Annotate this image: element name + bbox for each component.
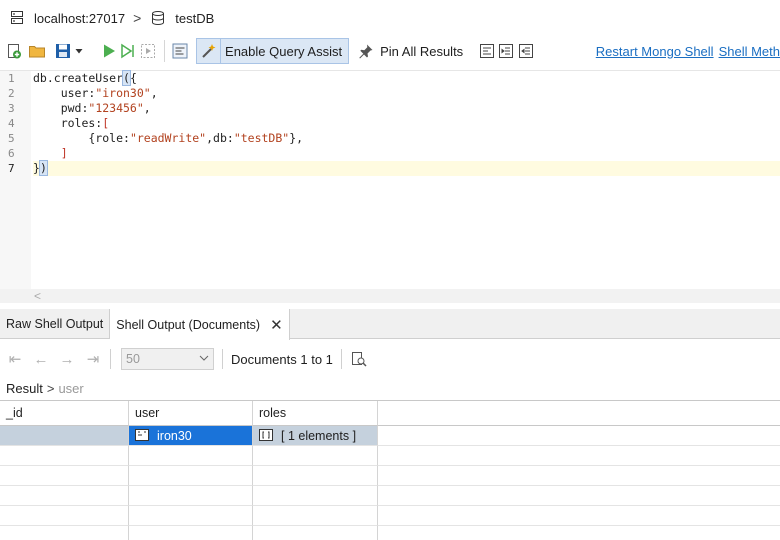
empty-cell: [378, 426, 780, 446]
chevron-right-icon: >: [133, 10, 142, 26]
cell-roles[interactable]: [ 1 elements ]: [253, 426, 378, 446]
tab-raw-shell-output[interactable]: Raw Shell Output: [0, 309, 111, 339]
code-line: pwd:"123456",: [33, 101, 151, 115]
line-number: 4: [8, 117, 15, 130]
outdent-icon[interactable]: [516, 40, 536, 62]
pager-divider: [110, 349, 111, 369]
page-size-select[interactable]: 50: [121, 348, 214, 370]
object-icon: [135, 427, 149, 445]
empty-row: [0, 526, 780, 540]
code-line: roles:[: [33, 116, 110, 130]
line-number: 5: [8, 132, 15, 145]
run-line-icon[interactable]: [119, 40, 139, 62]
line-number-gutter: 1 2 3 4 5 6 7: [0, 71, 31, 289]
empty-header-cell: [378, 401, 780, 426]
pin-all-results-button[interactable]: Pin All Results: [355, 40, 463, 62]
horizontal-scrollbar[interactable]: <: [0, 289, 780, 303]
documents-range: Documents 1 to 1: [231, 351, 333, 367]
pager-divider: [340, 349, 342, 369]
first-page-icon[interactable]: ⇤: [2, 350, 28, 368]
tab-shell-output-documents[interactable]: Shell Output (Documents) ✕: [110, 309, 290, 340]
last-page-icon[interactable]: ⇥: [80, 350, 106, 368]
results-grid[interactable]: _id user roles iron30 [ 1 elements ]: [0, 400, 780, 540]
inspect-icon[interactable]: [348, 348, 370, 370]
grid-header-row: _id user roles: [0, 401, 780, 426]
toolbar: Enable Query Assist Pin All Results Rest…: [0, 36, 780, 66]
pin-icon: [355, 40, 377, 62]
cell-roles-value: [ 1 elements ]: [281, 429, 357, 443]
format-code-icon[interactable]: [171, 40, 191, 62]
server-icon: [6, 7, 28, 29]
output-tabs: Raw Shell Output Shell Output (Documents…: [0, 309, 780, 340]
save-dropdown-icon[interactable]: [73, 40, 85, 62]
open-folder-icon[interactable]: [28, 40, 48, 62]
next-page-icon[interactable]: →: [54, 351, 80, 368]
empty-row: [0, 506, 780, 526]
query-editor[interactable]: 1 2 3 4 5 6 7 db.createUser({ user:"iron…: [0, 70, 780, 303]
tab-label: Raw Shell Output: [6, 317, 104, 331]
array-icon: [259, 427, 273, 445]
line-number: 2: [8, 87, 15, 100]
toolbar-divider: [163, 40, 165, 62]
column-header-user[interactable]: user: [129, 401, 253, 426]
code-line: db.createUser({: [33, 70, 137, 86]
pin-all-label: Pin All Results: [380, 43, 464, 59]
cell-user-value: iron30: [157, 429, 192, 443]
database-icon: [147, 7, 169, 29]
chevron-right-icon: >: [46, 380, 55, 396]
page-size-value: 50: [126, 352, 140, 366]
result-breadcrumb: Result > user: [6, 378, 84, 398]
shell-methods-link[interactable]: Shell Meth: [719, 44, 780, 59]
tab-label: Shell Output (Documents): [116, 317, 261, 332]
empty-row: [0, 466, 780, 486]
code-line: {role:"readWrite",db:"testDB"},: [33, 131, 304, 145]
result-root[interactable]: Result: [6, 381, 43, 396]
query-assist-icon: [197, 39, 222, 63]
line-number: 7: [8, 162, 15, 175]
column-header-id[interactable]: _id: [0, 401, 129, 426]
paging-bar: ⇤ ← → ⇥ 50 Documents 1 to 1: [0, 345, 780, 373]
new-file-icon[interactable]: [4, 40, 24, 62]
cell-id[interactable]: [0, 426, 129, 446]
line-number: 1: [8, 72, 15, 85]
align-left-icon[interactable]: [477, 40, 497, 62]
code-line: ]: [60, 146, 68, 160]
step-icon[interactable]: [138, 40, 158, 62]
code-line: user:"iron30",: [33, 86, 158, 100]
table-row[interactable]: iron30 [ 1 elements ]: [0, 426, 780, 446]
run-icon[interactable]: [99, 40, 119, 62]
breadcrumb: localhost:27017 > testDB: [0, 0, 780, 36]
close-icon[interactable]: ✕: [270, 316, 283, 334]
enable-query-assist-button[interactable]: Enable Query Assist: [196, 38, 350, 64]
code-area[interactable]: db.createUser({ user:"iron30", pwd:"1234…: [33, 70, 780, 176]
result-child: user: [58, 380, 84, 396]
database-label[interactable]: testDB: [175, 11, 214, 26]
query-assist-label: Enable Query Assist: [225, 43, 343, 59]
code-line: }): [33, 160, 780, 176]
empty-row: [0, 446, 780, 466]
save-icon[interactable]: [53, 40, 73, 62]
chevron-down-icon: [199, 352, 209, 366]
indent-icon[interactable]: [497, 40, 517, 62]
line-number: 3: [8, 102, 15, 115]
connection-label[interactable]: localhost:27017: [34, 11, 125, 26]
prev-page-icon[interactable]: ←: [28, 351, 54, 368]
empty-row: [0, 486, 780, 506]
restart-mongo-shell-link[interactable]: Restart Mongo Shell: [596, 44, 714, 59]
pager-divider: [222, 349, 223, 369]
scroll-left-icon[interactable]: <: [34, 289, 41, 303]
line-number: 6: [8, 147, 15, 160]
cell-user[interactable]: iron30: [129, 426, 253, 446]
column-header-roles[interactable]: roles: [253, 401, 378, 426]
